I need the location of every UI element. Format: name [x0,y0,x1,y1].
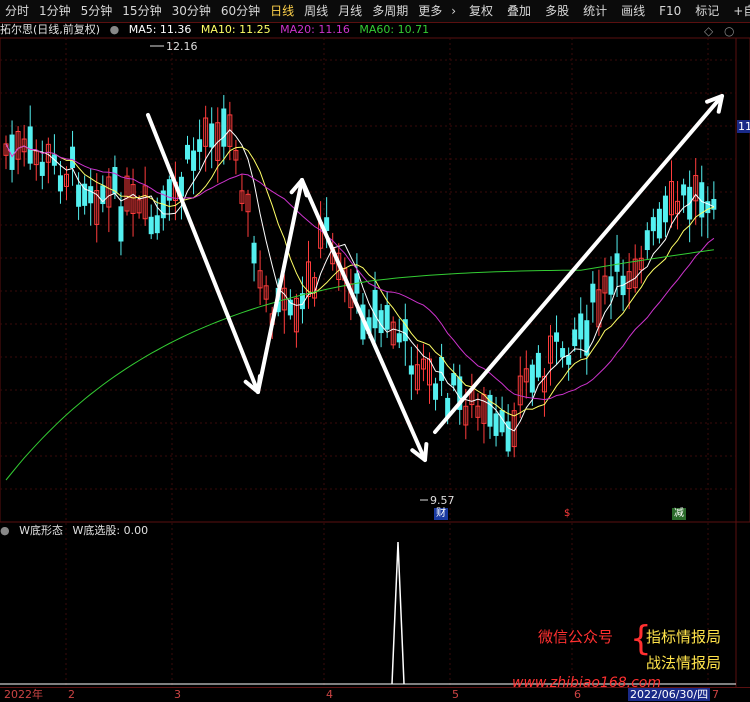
candle-body [572,329,578,347]
brand-one: 指标情报局 [646,628,722,646]
low-price-label: 9.57 [430,494,455,507]
candle-body [650,217,656,232]
candle-body [433,383,439,400]
candle-body [221,108,227,147]
candle-body [88,186,94,204]
axis-label-mar: 3 [174,688,181,701]
candle-body [70,146,76,169]
candle-body [493,413,499,436]
high-price-label: 12.16 [166,40,198,53]
candle-body [614,253,620,272]
candle-body [76,184,82,207]
dividend-marker[interactable]: $ [562,508,572,520]
candle-body [185,144,190,160]
candle-body [439,356,445,381]
candle-body [656,208,662,239]
candle-body [112,166,118,194]
axis-label-apr: 4 [326,688,333,701]
ma5-line [5,129,715,432]
candle-body [384,305,390,330]
axis-label-year: 2022年 [4,688,43,701]
axis-label-feb: 2 [68,688,75,701]
candle-body [39,161,45,176]
candle-body [451,373,457,386]
candlestick-chart[interactable] [0,0,750,701]
candle-body [396,333,402,343]
reduce-marker[interactable]: 减 [672,508,686,520]
axis-label-jul: 7 [712,688,719,701]
candle-body [372,289,378,329]
right-edge-price: 11 [737,120,750,133]
candle-body [118,206,124,242]
candle-body [578,313,584,340]
ma20-line [5,143,715,401]
candle-body [644,230,650,251]
candle-body [566,355,572,365]
candle-body [378,310,384,334]
finance-marker[interactable]: 财 [434,508,448,520]
current-date: 2022/06/30/四 [628,688,711,701]
candle-body [251,242,257,264]
candle-body [560,348,566,358]
candle-body [608,276,614,295]
candle-body [408,365,414,375]
w-bottom-signal-spike [391,541,405,685]
wechat-label: 微信公众号 [538,628,614,646]
candle-body [9,134,15,170]
candle-body [554,332,560,342]
axis-label-may: 5 [452,688,459,701]
candle-body [197,139,203,152]
candle-body [529,364,535,393]
w-pattern-arrow-line [146,113,260,394]
candle-body [590,283,596,303]
brand-two: 战法情报局 [646,654,722,672]
candle-body [209,123,215,148]
candle-body [27,126,33,164]
candle-body [681,184,687,196]
candle-body [57,175,63,192]
candle-body [535,352,541,378]
candle-body [662,195,668,223]
w-pattern-arrow-line [433,94,724,434]
candle-body [191,150,197,171]
candle-body [148,216,154,235]
axis-label-jun: 6 [574,688,581,701]
candle-body [154,215,160,234]
